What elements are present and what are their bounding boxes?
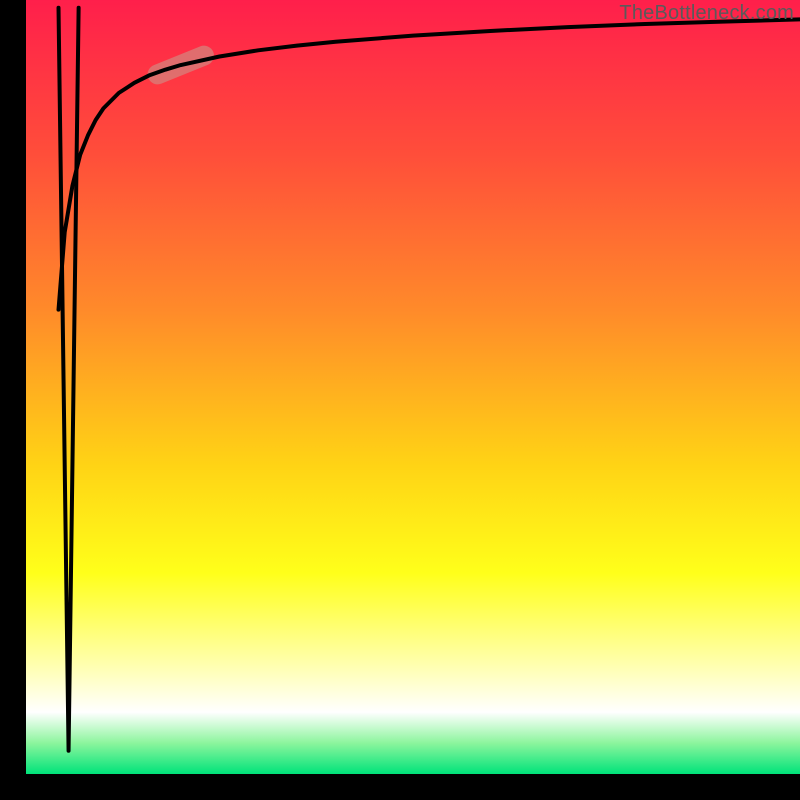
bottleneck-chart [0, 0, 800, 800]
gradient-background [26, 0, 800, 774]
watermark-text: TheBottleneck.com [619, 2, 794, 25]
x-axis [0, 774, 800, 800]
chart-svg [0, 0, 800, 800]
y-axis [0, 0, 26, 800]
